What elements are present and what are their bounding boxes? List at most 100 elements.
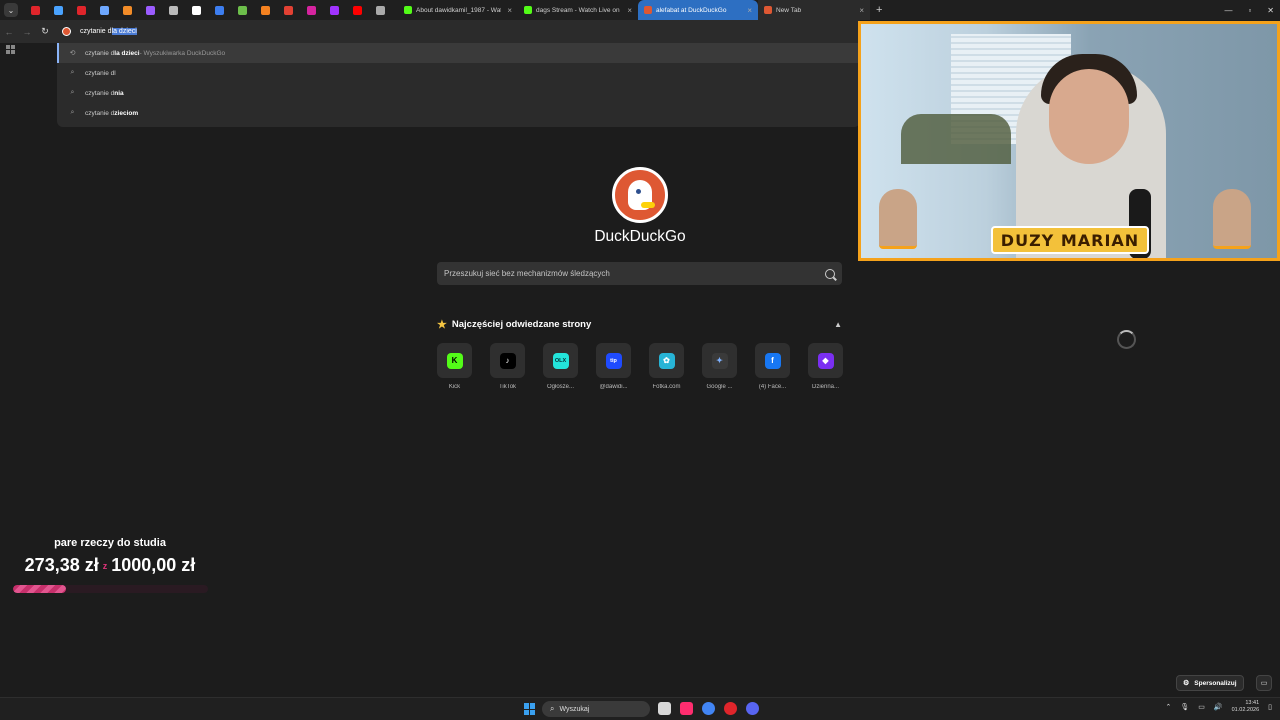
tray-network-icon[interactable]: ▭ [1198,703,1205,711]
system-tray: ⌃ 🎙 ▭ 🔊 13:41 01.02.2026 ▯ [1166,700,1273,714]
taskbar-app-files-icon[interactable] [658,702,671,715]
youtube-favicon-icon [353,5,362,15]
browser-tab[interactable]: About dawidkamil_1987 - Watc × [398,0,518,20]
apps-grid-icon[interactable] [6,45,15,54]
loading-spinner [1117,330,1136,349]
search-icon[interactable] [825,268,835,279]
pinned-tab-messenger[interactable] [323,0,346,20]
favorite-label: TikTok [498,384,517,390]
favorite-tile[interactable]: ✿ Fotka.com [649,343,684,390]
favorite-site-icon: ◆ [817,352,834,369]
close-window-button[interactable]: ✕ [1267,6,1274,15]
favorite-tile[interactable]: OLX Ogłosze... [543,343,578,390]
taskbar-app-chrome-icon[interactable] [702,702,715,715]
favorite-tile[interactable]: ♪ TikTok [490,343,525,390]
overlay-mini-figure-right [1213,189,1251,249]
pinned-tab-blue[interactable] [208,0,231,20]
favorite-site-icon: ♪ [499,352,516,369]
red-k-favicon-icon [31,5,40,15]
tab-favicon-icon [644,6,652,14]
pinned-tab-youtube[interactable] [346,0,369,20]
back-button[interactable]: ← [0,27,18,37]
tab-title: alefabat at DuckDuckGo [656,6,727,14]
favorite-tile[interactable]: f (4) Face... [755,343,790,390]
gmail-favicon-icon [284,5,293,15]
suggestion-prefix: czytanie d [85,109,115,117]
streamer-face [1049,69,1129,164]
minimize-button[interactable]: — [1224,6,1232,15]
pinned-tab-instagram[interactable] [300,0,323,20]
suggestion-prefix: czytanie d [85,89,115,97]
pinned-tab-orange-2[interactable] [254,0,277,20]
suggestion-item[interactable]: ⟲ czytanie d la dzieci - Wyszukiwarka Duck… [57,43,860,63]
close-tab-icon[interactable]: × [507,6,512,15]
pinned-tab-leaf[interactable] [231,0,254,20]
pinned-tab-red-k-2[interactable] [70,0,93,20]
browser-tab[interactable]: New Tab × [758,0,870,20]
favorite-tile[interactable]: ◆ Dziennа... [808,343,843,390]
favorite-tile[interactable]: K Kick [437,343,472,390]
taskbar-app-discord-icon[interactable] [746,702,759,715]
blue-favicon-icon [215,5,224,15]
red-k-2-favicon-icon [77,5,86,15]
pinned-tab-red-k[interactable] [24,0,47,20]
browser-toolbar: ← → ↻ czytanie d la dzieci [0,20,860,43]
screen: ⌄ About dawidkamil_1987 - Watc × dags Stre… [0,0,1280,720]
restore-button[interactable]: ▫ [1248,6,1251,15]
pinned-tab-gmail[interactable] [277,0,300,20]
favorite-tile[interactable]: ✦ Google ... [702,343,737,390]
taskbar-app-tiktok-icon[interactable] [680,702,693,715]
reload-button[interactable]: ↻ [36,26,54,37]
windows-start-icon[interactable] [524,703,536,715]
suggestion-item[interactable]: ⌕ czytanie dl [57,63,860,83]
favorite-label: Fotka.com [652,384,681,390]
suggestion-completion: nia [114,89,124,97]
pinned-tab-thumb[interactable] [47,0,70,20]
taskbar-app-opera-icon[interactable] [724,702,737,715]
feedback-button[interactable]: ▭ [1256,675,1272,691]
tray-chevron-icon[interactable]: ⌃ [1166,703,1172,711]
close-tab-icon[interactable]: × [859,6,864,15]
customize-button[interactable]: ⚙ Spersonalizuj [1176,675,1244,691]
browser-tab[interactable]: alefabat at DuckDuckGo × [638,0,758,20]
pinned-tab-orange[interactable] [116,0,139,20]
omnibox-suggestions: ⟲ czytanie d la dzieci - Wyszukiwarka Duck… [57,43,860,127]
tray-mic-icon[interactable]: 🎙 [1180,703,1189,711]
ddg-search-input[interactable]: Przeszukuj sieć bez mechanizmów śledzący… [437,262,842,285]
pinned-tab-square[interactable] [162,0,185,20]
browser-tab[interactable]: dags Stream - Watch Live on Ki × [518,0,638,20]
pinned-tab-tiktok[interactable] [185,0,208,20]
chevron-up-icon[interactable]: ▲ [834,320,842,329]
favorite-label: @dawidi... [599,384,628,390]
favorite-tile[interactable]: tip @dawidi... [596,343,631,390]
pinned-tab-gear[interactable] [93,0,116,20]
tab-strip: ⌄ About dawidkamil_1987 - Watc × dags Stre… [0,0,1280,20]
favorite-label: Dziennа... [811,384,839,390]
pinned-tab-mute[interactable] [369,0,392,20]
new-tab-button[interactable]: + [876,4,882,16]
bowtie-icon [641,202,655,208]
pinned-tab-purple[interactable] [139,0,162,20]
taskbar-search[interactable]: ⌕ Wyszukaj [542,701,650,717]
close-tab-icon[interactable]: × [747,6,752,15]
forward-button[interactable]: → [18,27,36,37]
address-bar[interactable]: czytanie d la dzieci [62,27,137,36]
suggestion-item[interactable]: ⌕ czytanie d zieciom [57,103,860,123]
favorite-label: Ogłosze... [546,384,574,390]
orange-favicon-icon [123,5,132,15]
notifications-icon[interactable]: ▯ [1268,703,1272,711]
pinned-tabs [24,0,392,20]
favorite-label: Google ... [706,384,733,390]
favorite-site-icon: K [446,352,463,369]
clock-time: 13:41 [1245,700,1260,706]
goal-current: 273,38 zł [24,555,99,575]
close-tab-icon[interactable]: × [627,6,632,15]
favorite-label: Kick [448,384,461,390]
tray-volume-icon[interactable]: 🔊 [1214,703,1223,711]
clock[interactable]: 13:41 01.02.2026 [1232,700,1260,714]
webcam-overlay: DUZY MARIAN [858,21,1280,261]
goal-progress-bar [13,585,208,593]
taskbar: ⌕ Wyszukaj ⌃ 🎙 ▭ 🔊 13:41 01.02.2026 ▯ [0,697,1280,720]
tab-search-button[interactable]: ⌄ [4,3,18,17]
suggestion-item[interactable]: ⌕ czytanie d nia [57,83,860,103]
